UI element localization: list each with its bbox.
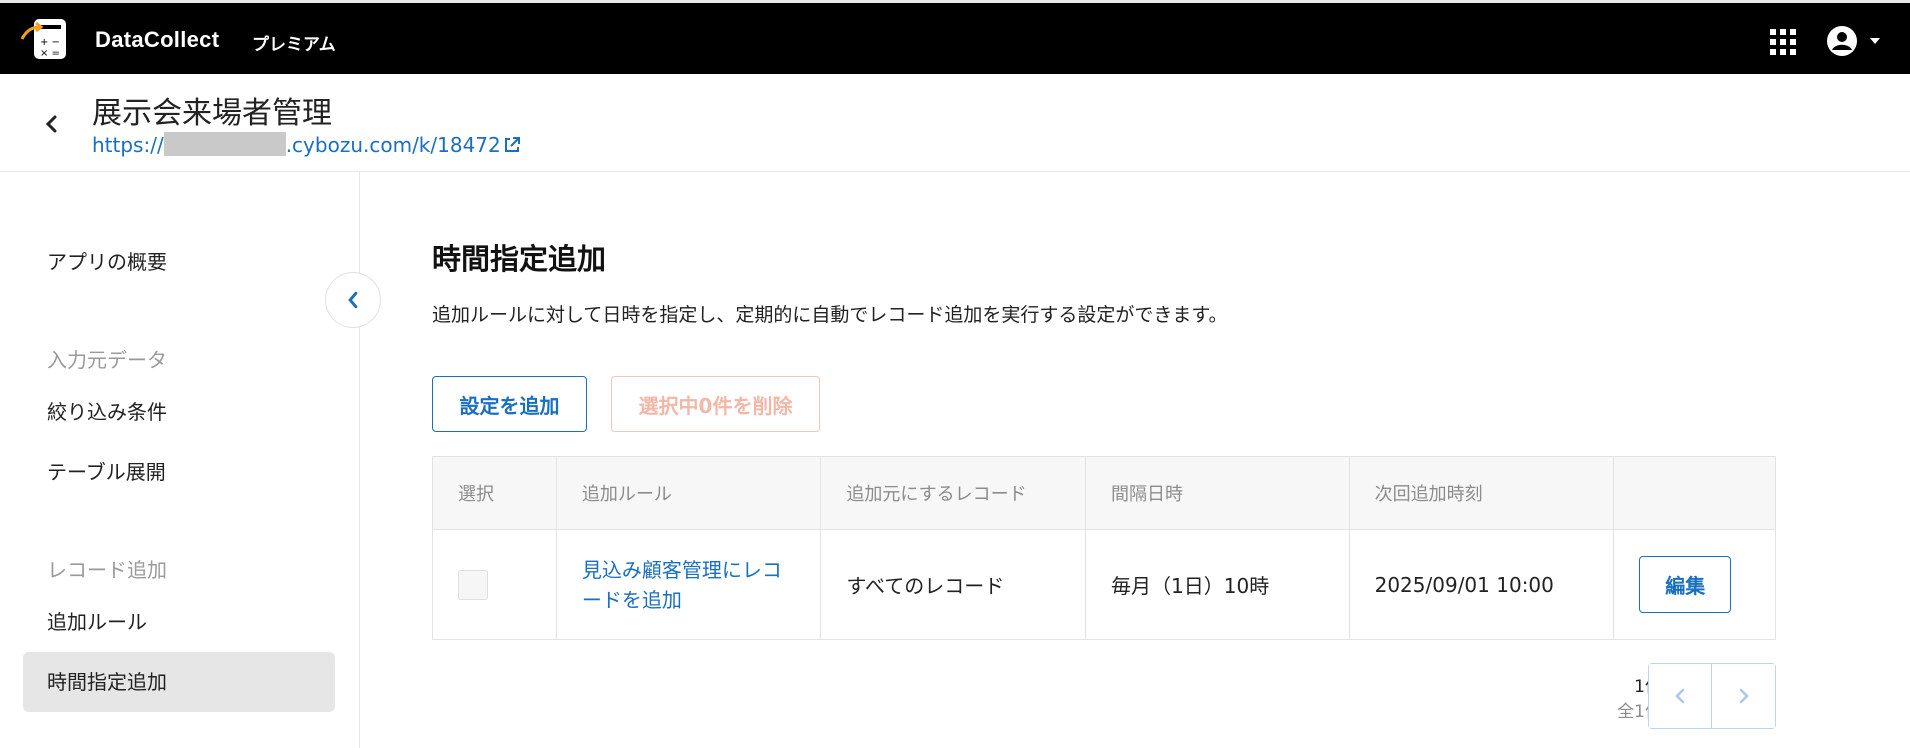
sidebar-item-scheduled-add[interactable]: 時間指定追加 bbox=[23, 652, 335, 712]
page-title: 時間指定追加 bbox=[432, 242, 607, 276]
schedule-table: 選択 追加ルール 追加元にするレコード 間隔日時 次回追加時刻 見込み顧客管理に… bbox=[432, 456, 1776, 640]
table-row: 見込み顧客管理にレコードを追加 すべてのレコード 毎月（1日）10時 2025/… bbox=[433, 530, 1775, 639]
external-link-icon bbox=[504, 137, 520, 152]
svg-text:+ −: + − bbox=[40, 37, 60, 48]
sidebar-section-record: レコード追加 bbox=[47, 558, 167, 582]
sidebar: アプリの概要 入力元データ 絞り込み条件 テーブル展開 レコード追加 追加ルール… bbox=[0, 172, 360, 748]
sidebar-item-overview[interactable]: アプリの概要 bbox=[23, 232, 335, 292]
header-next-time: 次回追加時刻 bbox=[1350, 457, 1615, 529]
chevron-left-icon bbox=[348, 291, 358, 309]
pagination-count: 1件 bbox=[1560, 672, 1662, 697]
actions-cell: 編集 bbox=[1614, 530, 1775, 639]
table-header-row: 選択 追加ルール 追加元にするレコード 間隔日時 次回追加時刻 bbox=[433, 457, 1775, 530]
chevron-left-icon bbox=[1675, 688, 1685, 704]
sidebar-section-input: 入力元データ bbox=[47, 348, 167, 372]
next-page-button[interactable] bbox=[1712, 664, 1775, 728]
rule-cell: 見込み顧客管理にレコードを追加 bbox=[557, 530, 822, 639]
interval-cell: 毎月（1日）10時 bbox=[1086, 530, 1350, 639]
source-cell: すべてのレコード bbox=[821, 530, 1087, 639]
url-redaction bbox=[163, 132, 286, 156]
app-title: 展示会来場者管理 bbox=[92, 96, 332, 131]
prev-page-button[interactable] bbox=[1649, 664, 1713, 728]
collapse-sidebar-button[interactable] bbox=[325, 272, 381, 328]
rule-link[interactable]: 見込み顧客管理にレコードを追加 bbox=[582, 555, 797, 615]
brand-name[interactable]: DataCollect bbox=[95, 27, 219, 53]
header-rule: 追加ルール bbox=[557, 457, 822, 529]
select-cell bbox=[433, 530, 557, 639]
page-description: 追加ルールに対して日時を指定し、定期的に自動でレコード追加を実行する設定ができま… bbox=[432, 304, 1228, 326]
app-url-prefix: https:// bbox=[92, 133, 164, 157]
add-setting-button[interactable]: 設定を追加 bbox=[432, 376, 587, 432]
pagination-total: 全1件 bbox=[1617, 702, 1662, 722]
row-checkbox[interactable] bbox=[458, 569, 488, 600]
account-menu-icon[interactable] bbox=[1826, 25, 1888, 57]
app-url-suffix: .cybozu.com/k/18472 bbox=[285, 133, 501, 157]
edit-button[interactable]: 編集 bbox=[1639, 556, 1732, 613]
sidebar-item-table-expand[interactable]: テーブル展開 bbox=[23, 442, 335, 502]
chevron-right-icon bbox=[1739, 688, 1749, 704]
sidebar-item-filter[interactable]: 絞り込み条件 bbox=[23, 382, 335, 442]
next-time-cell: 2025/09/01 10:00 bbox=[1350, 530, 1615, 639]
pagination-controls bbox=[1648, 663, 1776, 729]
delete-selected-button[interactable]: 選択中0件を削除 bbox=[611, 376, 820, 432]
plan-label: プレミアム bbox=[252, 35, 336, 55]
header-actions bbox=[1614, 457, 1775, 529]
sidebar-item-add-rules[interactable]: 追加ルール bbox=[23, 592, 335, 652]
app-header: 展示会来場者管理 https:// .cybozu.com/k/18472 bbox=[0, 74, 1910, 172]
svg-text:× =: × = bbox=[40, 48, 60, 59]
header-select: 選択 bbox=[433, 457, 557, 529]
header-interval: 間隔日時 bbox=[1086, 457, 1350, 529]
datacollect-logo-icon[interactable]: + − × = bbox=[20, 17, 70, 63]
app-url-link[interactable]: https:// .cybozu.com/k/18472 bbox=[92, 132, 521, 157]
apps-grid-icon[interactable] bbox=[1770, 29, 1796, 55]
header-source: 追加元にするレコード bbox=[821, 457, 1087, 529]
top-bar: + − × = DataCollect プレミアム bbox=[0, 0, 1910, 74]
back-arrow-icon[interactable] bbox=[38, 110, 66, 138]
